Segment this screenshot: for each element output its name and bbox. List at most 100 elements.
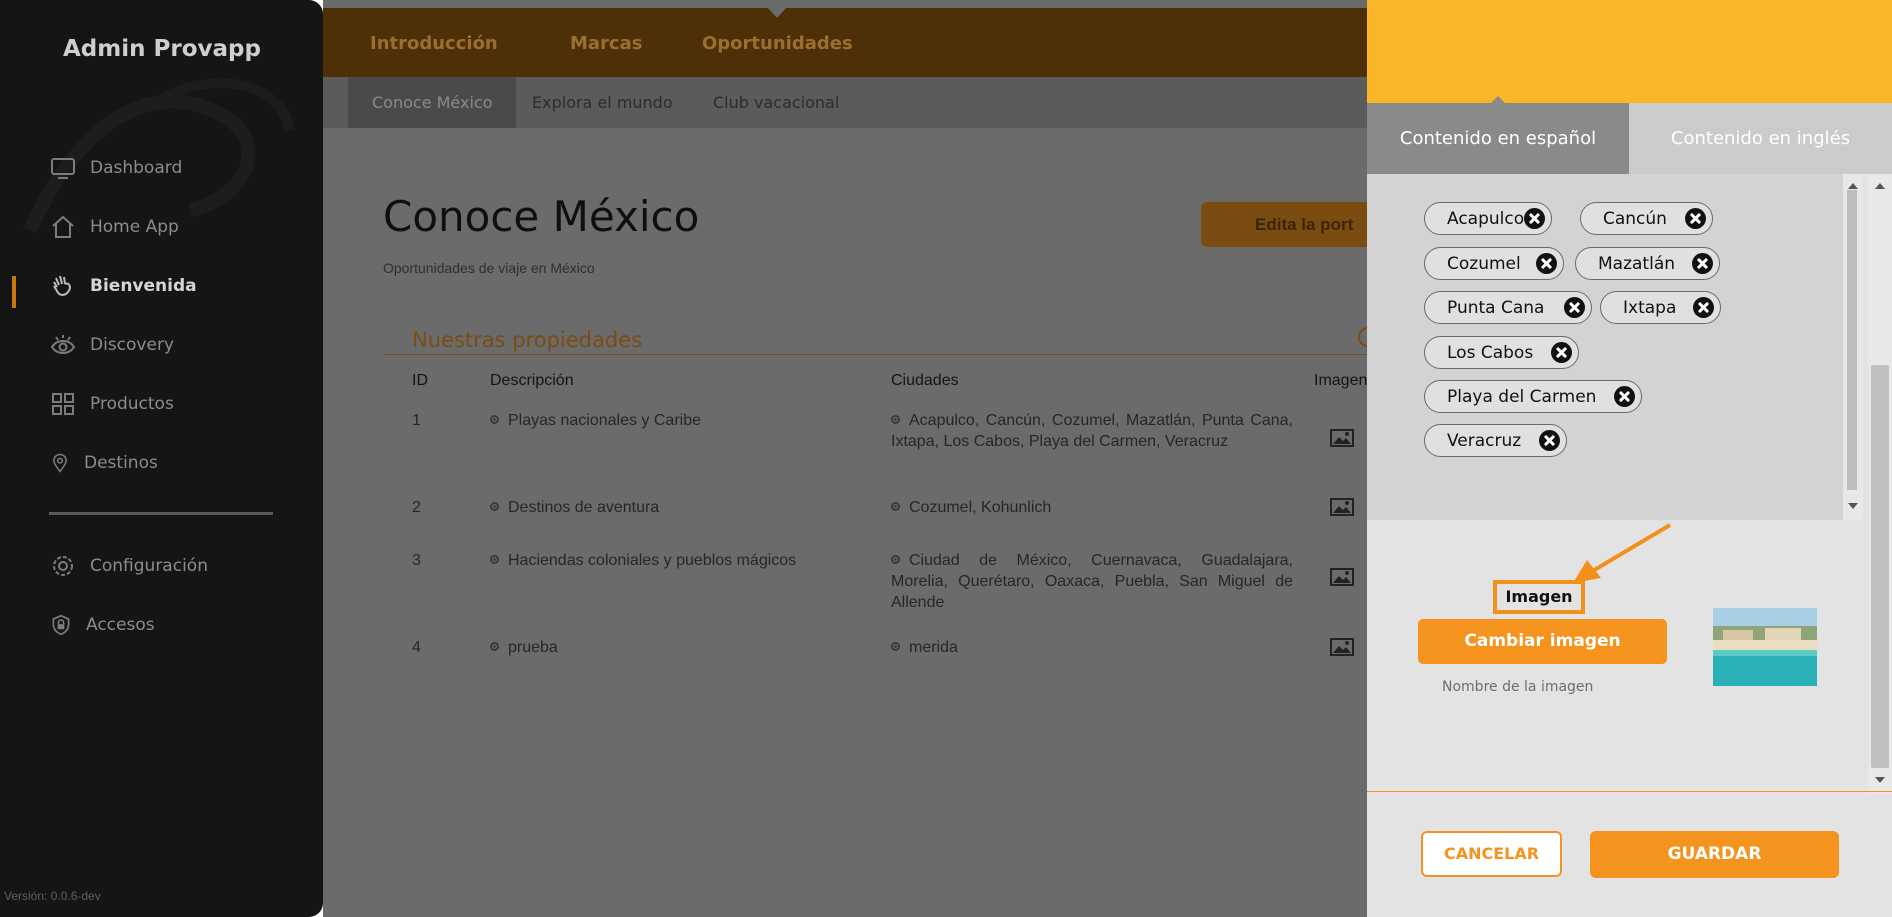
row-description: Haciendas coloniales y pueblos mágicos <box>490 550 870 571</box>
bullet-icon <box>891 415 900 424</box>
column-header-description: Descripción <box>490 372 574 389</box>
row-id: 2 <box>412 499 421 516</box>
city-chip-veracruz: Veracruz <box>1424 424 1567 457</box>
cancel-button[interactable]: CANCELAR <box>1421 831 1562 877</box>
image-icon[interactable] <box>1330 498 1354 516</box>
wave-hand-icon <box>53 275 71 296</box>
city-chip-ixtapa: Ixtapa <box>1600 291 1721 324</box>
close-icon[interactable] <box>1614 386 1635 407</box>
city-chip-playa-del-carmen: Playa del Carmen <box>1424 380 1642 413</box>
panel-header <box>1367 0 1892 103</box>
sidebar-item-label: Discovery <box>90 335 174 355</box>
column-header-image: Imagen <box>1314 372 1368 389</box>
city-chip-acapulco: Acapulco <box>1424 202 1552 235</box>
tags-scrollbar-thumb[interactable] <box>1847 190 1857 490</box>
sidebar-item-accesos[interactable]: Accesos <box>50 609 155 641</box>
eye-icon <box>50 335 76 354</box>
sidebar-item-home-app[interactable]: Home App <box>50 211 179 243</box>
image-icon[interactable] <box>1330 429 1354 447</box>
section-divider <box>383 354 1367 355</box>
page-title: Conoce México <box>383 192 700 241</box>
panel-scrollbar-thumb[interactable] <box>1871 365 1889 768</box>
map-pin-icon <box>53 453 67 473</box>
close-icon[interactable] <box>1564 297 1585 318</box>
image-name-label: Nombre de la imagen <box>1442 679 1594 695</box>
sidebar-divider <box>49 512 273 515</box>
tab-contenido-ingles[interactable]: Contenido en inglés <box>1629 103 1892 174</box>
row-id: 1 <box>412 412 421 429</box>
row-id: 3 <box>412 552 421 569</box>
sidebar-item-label: Configuración <box>90 556 208 576</box>
sidebar-item-label: Home App <box>90 217 179 237</box>
close-icon[interactable] <box>1693 297 1714 318</box>
monitor-icon <box>51 158 75 179</box>
image-label: Imagen <box>1493 580 1585 614</box>
row-cities: Ciudad de México, Cuernavaca, Guadalajar… <box>891 552 1293 611</box>
city-chip-punta-cana: Punta Cana <box>1424 291 1592 324</box>
sidebar-item-discovery[interactable]: Discovery <box>50 329 174 361</box>
city-chip-mazatlan: Mazatlán <box>1575 247 1720 280</box>
sidebar-item-bienvenida[interactable]: Bienvenida <box>50 270 197 302</box>
sidebar-item-label: Dashboard <box>90 158 183 178</box>
sidebar-item-productos[interactable]: Productos <box>50 388 174 420</box>
app-brand: Admin Provapp <box>63 36 261 62</box>
close-icon[interactable] <box>1539 430 1560 451</box>
bullet-icon <box>891 642 900 651</box>
city-chip-cozumel: Cozumel <box>1424 247 1564 280</box>
tab-marcas[interactable]: Marcas <box>570 33 642 54</box>
tab-introduccion[interactable]: Introducción <box>370 33 498 54</box>
close-icon[interactable] <box>1692 253 1713 274</box>
sidebar-item-configuracion[interactable]: Configuración <box>50 550 208 582</box>
city-chip-los-cabos: Los Cabos <box>1424 336 1579 369</box>
change-image-button[interactable]: Cambiar imagen <box>1418 619 1667 664</box>
sidebar-item-destinos[interactable]: Destinos <box>50 447 158 479</box>
close-icon[interactable] <box>1524 208 1545 229</box>
bullet-icon <box>490 555 499 564</box>
bullet-icon <box>490 642 499 651</box>
home-icon <box>52 215 74 238</box>
row-description: Playas nacionales y Caribe <box>490 410 870 431</box>
cities-tags-area: Acapulco Cancún Cozumel Mazatlán Punta C… <box>1367 174 1843 520</box>
scroll-up-icon[interactable] <box>1848 183 1858 189</box>
close-icon[interactable] <box>1685 208 1706 229</box>
sidebar-item-label: Accesos <box>86 615 155 635</box>
sidebar-item-label: Productos <box>90 394 174 414</box>
grid-icon <box>52 393 74 415</box>
bullet-icon <box>490 415 499 424</box>
active-indicator <box>12 276 16 308</box>
row-cities: Acapulco, Cancún, Cozumel, Mazatlán, Pun… <box>891 412 1293 450</box>
tab-contenido-espanol[interactable]: Contenido en español <box>1367 103 1629 174</box>
row-id: 4 <box>412 639 421 656</box>
subtab-conoce-mexico[interactable]: Conoce México <box>348 77 517 128</box>
scroll-up-icon[interactable] <box>1875 183 1885 189</box>
image-icon[interactable] <box>1330 568 1354 586</box>
footer-divider <box>1367 791 1892 792</box>
sidebar-item-label: Bienvenida <box>90 276 197 296</box>
save-button[interactable]: GUARDAR <box>1590 831 1839 878</box>
row-cities: Cozumel, Kohunlich <box>891 497 1293 518</box>
subtab-club-vacacional[interactable]: Club vacacional <box>689 77 863 128</box>
scroll-down-icon[interactable] <box>1848 503 1858 509</box>
bullet-icon <box>490 502 499 511</box>
version-label: Versión: 0.0.6-dev <box>4 889 101 903</box>
active-tab-notch <box>768 8 786 18</box>
column-header-cities: Ciudades <box>891 372 959 389</box>
image-icon[interactable] <box>1330 638 1354 656</box>
row-description: prueba <box>490 637 870 658</box>
edit-cover-button[interactable]: Edita la port <box>1201 202 1367 247</box>
subtab-explora-el-mundo[interactable]: Explora el mundo <box>508 77 697 128</box>
close-icon[interactable] <box>1551 342 1572 363</box>
gear-icon <box>53 556 73 576</box>
city-chip-cancun: Cancún <box>1580 202 1713 235</box>
scroll-down-icon[interactable] <box>1875 777 1885 783</box>
column-header-id: ID <box>412 372 428 389</box>
close-icon[interactable] <box>1536 253 1557 274</box>
sidebar-item-dashboard[interactable]: Dashboard <box>50 152 182 184</box>
section-title: Nuestras propiedades <box>412 328 643 352</box>
sidebar: Admin Provapp Dashboard Home App Bienven… <box>0 0 323 917</box>
row-cities: merida <box>891 637 1293 658</box>
sidebar-item-label: Destinos <box>84 453 158 473</box>
shield-lock-icon <box>52 614 70 636</box>
image-thumbnail <box>1713 608 1817 686</box>
tab-oportunidades[interactable]: Oportunidades <box>702 33 853 54</box>
